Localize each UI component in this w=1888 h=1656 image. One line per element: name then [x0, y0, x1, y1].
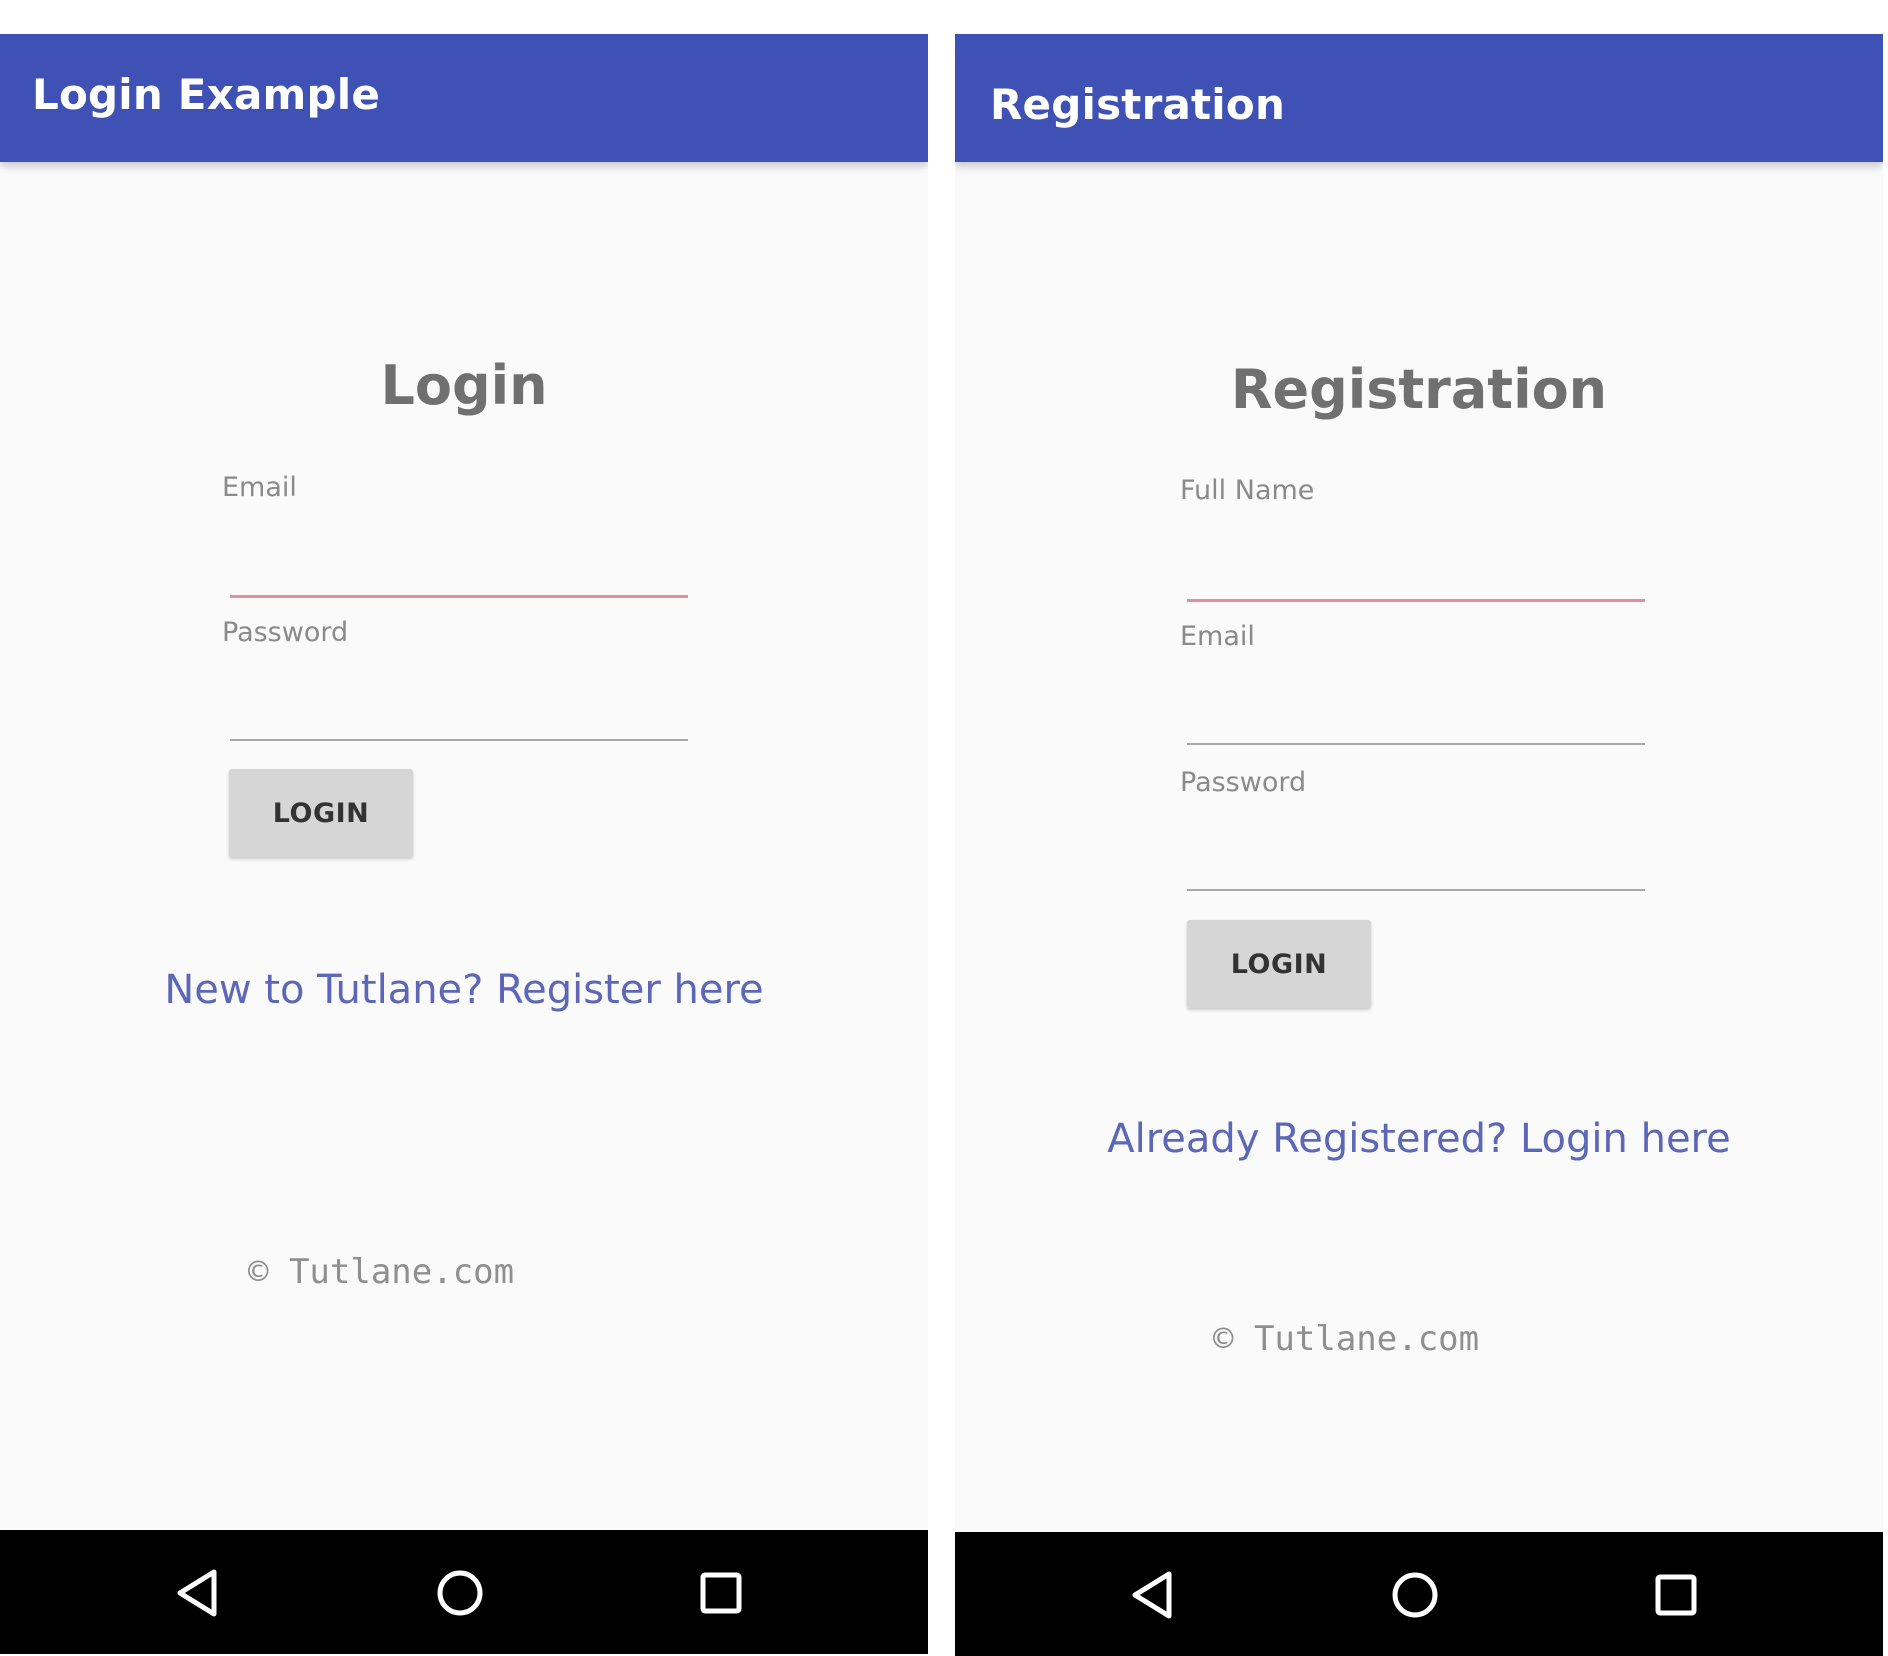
full-name-label: Full Name: [1180, 475, 1315, 506]
recents-icon: [1655, 1574, 1697, 1616]
login-button[interactable]: LOGIN: [229, 769, 413, 857]
email-label: Email: [222, 472, 297, 503]
copyright-text: © Tutlane.com: [1213, 1319, 1480, 1359]
login-button[interactable]: LOGIN: [1187, 920, 1371, 1008]
home-icon: [437, 1570, 483, 1616]
recents-icon: [700, 1572, 742, 1614]
home-button[interactable]: [431, 1564, 489, 1622]
password-input[interactable]: [1187, 839, 1645, 891]
password-label: Password: [1180, 767, 1307, 798]
email-input[interactable]: [230, 545, 688, 598]
login-app-bar: Login Example: [0, 34, 928, 162]
recents-button[interactable]: [1647, 1566, 1705, 1624]
registration-app-bar: Registration: [955, 34, 1883, 162]
registration-screen: Registration Registration Full Name Emai…: [955, 34, 1883, 1656]
navigation-bar: [955, 1532, 1883, 1656]
app-bar-title: Login Example: [32, 70, 381, 119]
back-button[interactable]: [1125, 1566, 1183, 1624]
register-link[interactable]: New to Tutlane? Register here: [0, 967, 928, 1013]
home-button[interactable]: [1386, 1566, 1444, 1624]
full-name-input[interactable]: [1187, 549, 1645, 602]
registration-heading: Registration: [1230, 358, 1608, 421]
back-icon: [1132, 1571, 1172, 1619]
back-button[interactable]: [170, 1564, 228, 1622]
copyright-text: © Tutlane.com: [248, 1252, 515, 1292]
login-heading: Login: [380, 354, 548, 417]
password-input[interactable]: [230, 689, 688, 741]
login-link[interactable]: Already Registered? Login here: [955, 1116, 1883, 1162]
login-screen: Login Example Login Email Password LOGIN…: [0, 34, 928, 1654]
recents-button[interactable]: [692, 1564, 750, 1622]
app-bar-title: Registration: [990, 80, 1286, 129]
home-icon: [1392, 1572, 1438, 1618]
back-icon: [177, 1569, 217, 1617]
navigation-bar: [0, 1530, 928, 1654]
email-label: Email: [1180, 621, 1255, 652]
email-input[interactable]: [1187, 693, 1645, 745]
password-label: Password: [222, 617, 349, 648]
